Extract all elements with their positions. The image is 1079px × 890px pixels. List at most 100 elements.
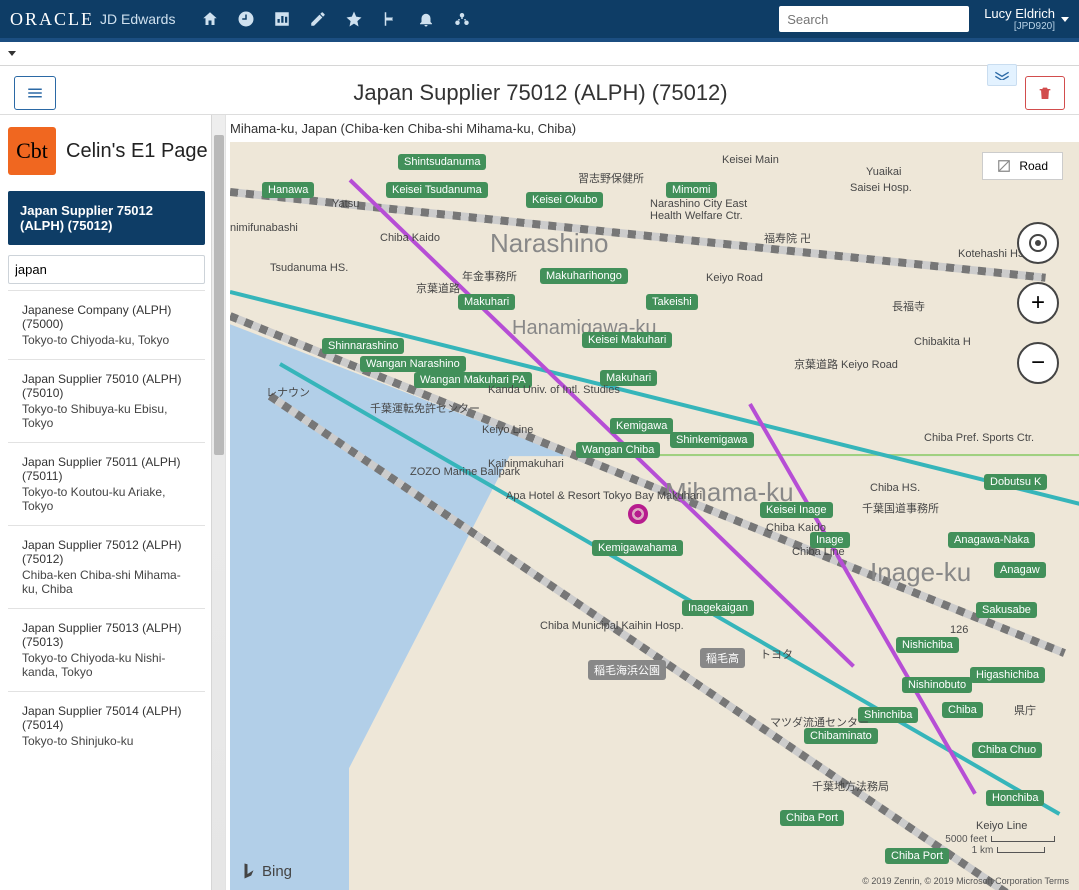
map-station-shield: Shinkemigawa xyxy=(670,432,754,448)
page-badge-icon: Cbt xyxy=(8,127,56,175)
map-poi-label: Health Welfare Ctr. xyxy=(650,210,743,222)
list-item-name: Japanese Company (ALPH) (75000) xyxy=(22,303,191,331)
sidebar: Cbt Celin's E1 Page Japan Supplier 75012… xyxy=(0,115,226,890)
list-item[interactable]: Japan Supplier 75011 (ALPH) (75011)Tokyo… xyxy=(8,442,205,525)
sidebar-title: Celin's E1 Page xyxy=(66,139,208,163)
map-station-shield: Shinnarashino xyxy=(322,338,404,354)
list-item[interactable]: Japan Supplier 75013 (ALPH) (75013)Tokyo… xyxy=(8,608,205,691)
map-station-shield: Kemigawahama xyxy=(592,540,683,556)
sidebar-scrollbar[interactable] xyxy=(211,115,225,890)
map-station-shield: Dobutsu K xyxy=(984,474,1047,490)
map-poi-label: Yuaikai xyxy=(866,166,901,178)
list-item-name: Japan Supplier 75013 (ALPH) (75013) xyxy=(22,621,191,649)
map-poi-label: 千葉国道事務所 xyxy=(862,500,939,516)
breadcrumb-dropdown[interactable] xyxy=(8,51,16,56)
delete-button[interactable] xyxy=(1025,76,1065,110)
map-poi-label: Chiba Kaido xyxy=(380,232,440,244)
map-station-shield: Keisei Tsudanuma xyxy=(386,182,488,198)
title-row: Japan Supplier 75012 (ALPH) (75012) xyxy=(0,66,1079,114)
org-icon[interactable] xyxy=(453,10,471,28)
star-icon[interactable] xyxy=(345,10,363,28)
map-poi-label: 京葉道路 xyxy=(416,280,460,296)
map-poi-label: Chiba Municipal Kaihin Hosp. xyxy=(540,620,684,632)
map-poi-label: Tsudanuma HS. xyxy=(270,262,348,274)
map-poi-label: Chiba Line xyxy=(792,546,845,558)
map-station-shield: Chiba xyxy=(942,702,983,718)
map-poi-label: 習志野保健所 xyxy=(578,170,644,186)
home-icon[interactable] xyxy=(201,10,219,28)
list-item-address: Tokyo-to Shibuya-ku Ebisu, Tokyo xyxy=(22,402,191,430)
zoom-out-button[interactable]: − xyxy=(1017,342,1059,384)
map-station-shield: Chiba Port xyxy=(780,810,844,826)
map-station-shield: 稲毛海浜公園 xyxy=(588,660,666,680)
breadcrumb-strip xyxy=(0,42,1079,66)
map-district-label: Inage-ku xyxy=(870,557,971,588)
map-marker xyxy=(628,504,648,524)
map-station-shield: Anagawa-Naka xyxy=(948,532,1035,548)
locate-button[interactable] xyxy=(1017,222,1059,264)
map-station-shield: 稲毛高 xyxy=(700,648,745,668)
search-box[interactable] xyxy=(779,6,969,32)
list-item[interactable]: Japan Supplier 75012 (ALPH) (75012)Chiba… xyxy=(8,525,205,608)
map[interactable]: NarashinoHanamigawa-kuMihama-kuInage-ku … xyxy=(230,142,1079,890)
map-poi-label: Chiba Kaido xyxy=(766,522,826,534)
map-scale: 5000 feet 1 km xyxy=(945,834,1055,856)
map-poi-label: nimifunabashi xyxy=(230,222,298,234)
list-item-name: Japan Supplier 75011 (ALPH) (75011) xyxy=(22,455,191,483)
map-type-toggle[interactable]: Road xyxy=(982,152,1063,180)
map-station-shield: Higashichiba xyxy=(970,667,1045,683)
active-supplier-card[interactable]: Japan Supplier 75012 (ALPH) (75012) xyxy=(8,191,205,245)
expand-button[interactable] xyxy=(987,64,1017,86)
map-station-shield: Makuharihongo xyxy=(540,268,628,284)
map-poi-label: 千葉運転免許センター xyxy=(370,400,480,416)
map-station-shield: Chibaminato xyxy=(804,728,878,744)
chart-icon[interactable] xyxy=(273,10,291,28)
page-title: Japan Supplier 75012 (ALPH) (75012) xyxy=(56,80,1025,106)
search-input[interactable] xyxy=(783,12,967,27)
user-sub: [JPD920] xyxy=(984,21,1055,32)
map-poi-label: マツダ流通センター xyxy=(770,714,869,730)
edit-icon[interactable] xyxy=(309,10,327,28)
list-item[interactable]: Japanese Company (ALPH) (75000)Tokyo-to … xyxy=(8,290,205,359)
map-station-shield: Hanawa xyxy=(262,182,314,198)
list-item-name: Japan Supplier 75012 (ALPH) (75012) xyxy=(22,538,191,566)
map-poi-label: 京葉道路 Keiyo Road xyxy=(794,356,898,372)
flag-icon[interactable] xyxy=(381,10,399,28)
list-item-name: Japan Supplier 75014 (ALPH) (75014) xyxy=(22,704,191,732)
map-poi-label: Yatsu xyxy=(332,198,359,210)
map-poi-label: トヨタ xyxy=(760,646,793,662)
map-station-shield: Inagekaigan xyxy=(682,600,754,616)
oracle-logo: ORACLE xyxy=(10,9,94,30)
map-poi-label: Kanda Univ. of Intl. Studies xyxy=(488,384,620,396)
map-poi-label: 千葉地方法務局 xyxy=(812,778,889,794)
map-station-shield: Keisei Okubo xyxy=(526,192,603,208)
clock-icon[interactable] xyxy=(237,10,255,28)
zoom-in-button[interactable]: + xyxy=(1017,282,1059,324)
list-item-address: Tokyo-to Koutou-ku Ariake, Tokyo xyxy=(22,485,191,513)
map-station-shield: Makuhari xyxy=(458,294,515,310)
map-station-shield: Kemigawa xyxy=(610,418,673,434)
list-item-address: Tokyo-to Shinjuko-ku xyxy=(22,734,191,748)
map-station-shield: Chiba Port xyxy=(885,848,949,864)
map-credits: © 2019 Zenrin, © 2019 Microsoft Corporat… xyxy=(862,876,1069,886)
map-station-shield: Nishichiba xyxy=(896,637,959,653)
filter-input[interactable] xyxy=(8,255,205,284)
map-poi-label: 年金事務所 xyxy=(462,268,517,284)
list-item[interactable]: Japan Supplier 75010 (ALPH) (75010)Tokyo… xyxy=(8,359,205,442)
map-station-shield: Wangan Chiba xyxy=(576,442,660,458)
bing-icon xyxy=(240,862,258,880)
map-poi-label: Chibakita H xyxy=(914,336,971,348)
map-poi-label: Chiba HS. xyxy=(870,482,920,494)
map-station-shield: Takeishi xyxy=(646,294,698,310)
map-station-shield: Shintsudanuma xyxy=(398,154,486,170)
bell-icon[interactable] xyxy=(417,10,435,28)
jde-label: JD Edwards xyxy=(100,11,175,27)
top-bar: ORACLE JD Edwards Lucy Eldrich [JPD920] xyxy=(0,0,1079,38)
hamburger-button[interactable] xyxy=(14,76,56,110)
map-station-shield: Nishinobuto xyxy=(902,677,972,693)
list-item-address: Chiba-ken Chiba-shi Mihama-ku, Chiba xyxy=(22,568,191,596)
map-poi-label: レナウン xyxy=(266,384,310,400)
map-poi-label: 県庁 xyxy=(1014,702,1036,718)
user-menu[interactable]: Lucy Eldrich [JPD920] xyxy=(984,6,1069,32)
list-item[interactable]: Japan Supplier 75014 (ALPH) (75014) Tokyo… xyxy=(8,691,205,760)
